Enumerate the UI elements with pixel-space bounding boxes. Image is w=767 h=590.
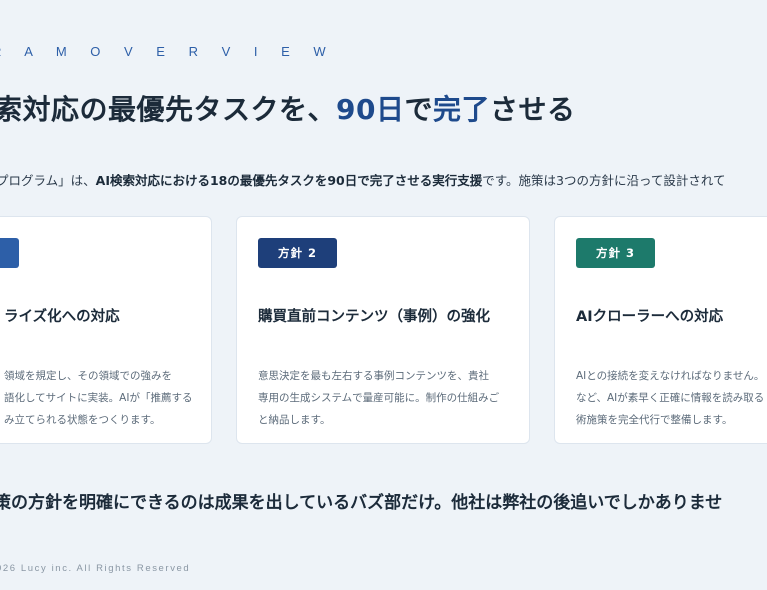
copyright-footer: 026 Lucy inc. All Rights Reserved (0, 563, 191, 574)
policy-body-3: AIとの接続を変えなければなりません。 など、AIが素早く正確に情報を読み取る … (576, 365, 767, 431)
section-eyebrow: R A M O V E R V I E W (0, 44, 336, 59)
policy-body-line: 領域を規定し、その領域での強みを (4, 370, 172, 382)
policy-badge-2: 方針 2 (258, 238, 337, 268)
policy-body-1: 領域を規定し、その領域での強みを 語化してサイトに実装。AIが「推薦する み立て… (4, 365, 260, 431)
policy-title-2: 購買直前コンテンツ（事例）の強化 (258, 309, 490, 325)
lead-bold: AI検索対応における18の最優先タスクを90日で完了させる実行支援 (95, 173, 483, 188)
page-title: 索対応の最優先タスクを、90日で完了させる (0, 88, 576, 128)
policy-badge-1 (0, 238, 19, 268)
lead-paragraph: プログラム」は、AI検索対応における18の最優先タスクを90日で完了させる実行支… (0, 170, 725, 189)
headline-mid: で (404, 93, 433, 126)
headline-accent-days: 90日 (336, 93, 405, 126)
policy-title-3: AIクローラーへの対応 (576, 309, 724, 325)
lead-post: です。施策は3つの方針に沿って設計されて (482, 173, 726, 188)
lead-pre: プログラム」は、 (0, 173, 96, 188)
headline-accent-complete: 完了 (433, 93, 491, 126)
policy-body-line: 専用の生成システムで量産可能に。制作の仕組みご (258, 392, 500, 404)
policy-card-1: ライズ化への対応 領域を規定し、その領域での強みを 語化してサイトに実装。AIが… (0, 216, 212, 444)
policy-body-2: 意思決定を最も左右する事例コンテンツを、貴社 専用の生成システムで量産可能に。制… (258, 365, 514, 431)
policy-body-line: AIとの接続を変えなければなりません。 (576, 370, 765, 382)
policy-body-line: と納品します。 (258, 414, 331, 426)
headline-post: させる (490, 93, 576, 126)
policy-body-line: み立てられる状態をつくります。 (4, 414, 161, 426)
policy-title-1: ライズ化への対応 (4, 309, 120, 325)
headline-pre: 索対応の最優先タスクを、 (0, 93, 337, 126)
policy-card-2: 方針 2 購買直前コンテンツ（事例）の強化 意思決定を最も左右する事例コンテンツ… (236, 216, 530, 444)
program-overview-page: R A M O V E R V I E W 索対応の最優先タスクを、90日で完了… (0, 0, 767, 590)
policy-card-3: 方針 3 AIクローラーへの対応 AIとの接続を変えなければなりません。 など、… (554, 216, 767, 444)
policy-body-line: 語化してサイトに実装。AIが「推薦する (4, 392, 193, 404)
policy-body-line: 術施策を完全代行で整備します。 (576, 414, 733, 426)
policy-body-line: 意思決定を最も左右する事例コンテンツを、貴社 (258, 370, 489, 382)
policy-badge-3: 方針 3 (576, 238, 655, 268)
policy-body-line: など、AIが素早く正確に情報を読み取る (576, 392, 765, 404)
closing-statement: 策の方針を明確にできるのは成果を出しているバズ部だけ。他社は弊社の後追いでしかあ… (0, 493, 723, 513)
